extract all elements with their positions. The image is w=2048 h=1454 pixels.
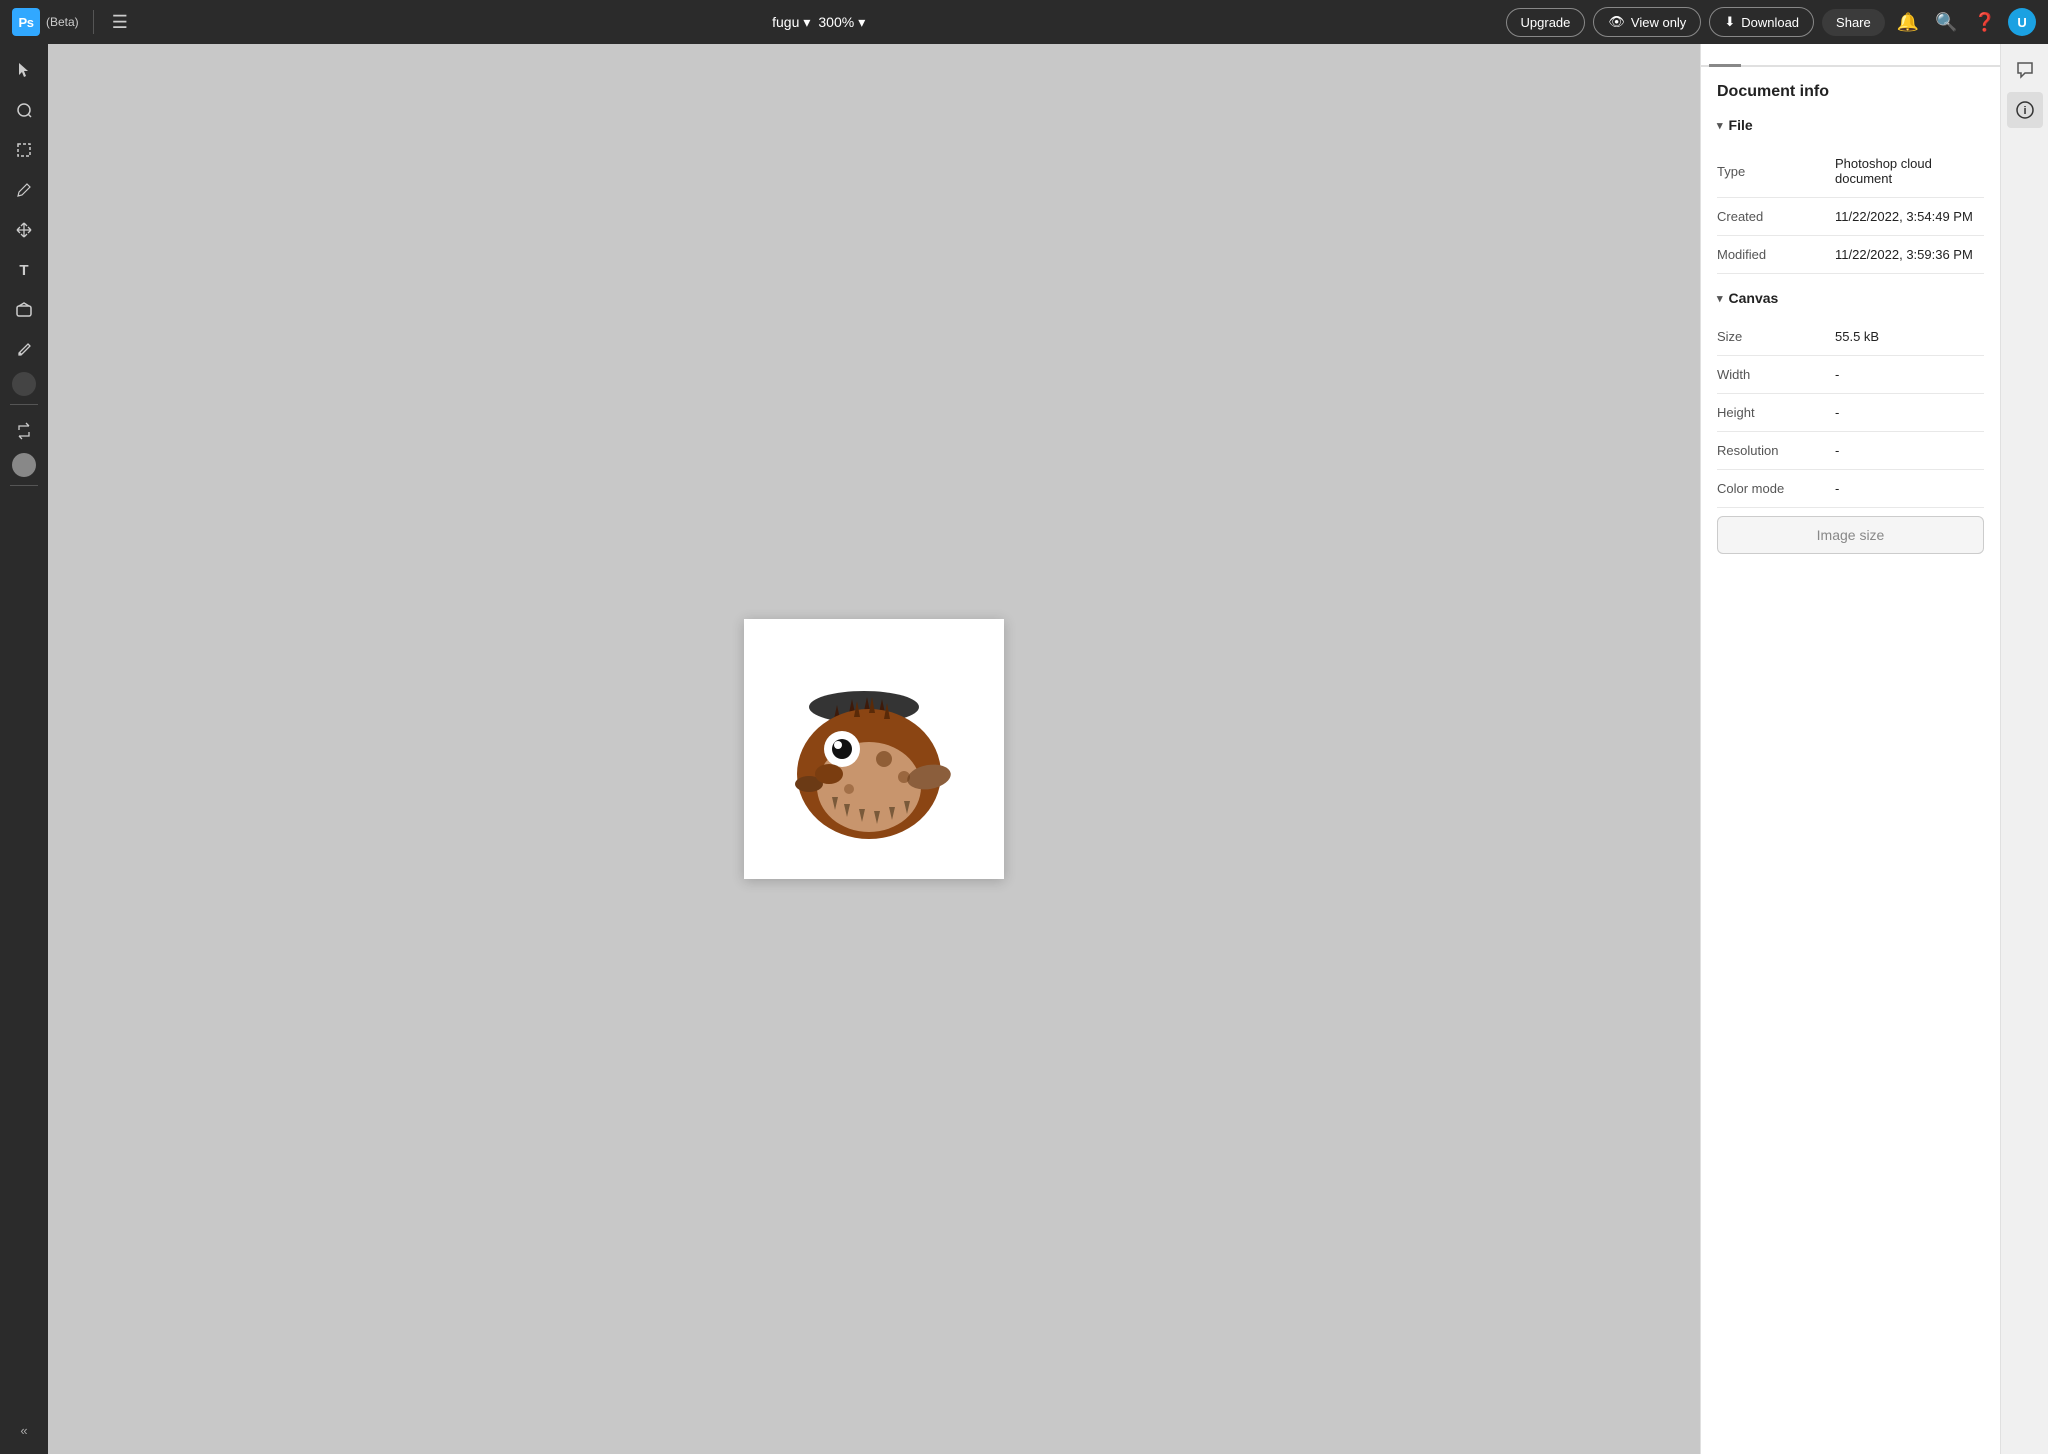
resolution-value: -: [1835, 443, 1839, 458]
app-logo: Ps (Beta): [12, 8, 79, 36]
chevron-down-icon: ▾: [803, 14, 810, 31]
transform-tool[interactable]: [6, 132, 42, 168]
view-only-button[interactable]: 👁 View only: [1593, 7, 1701, 37]
resolution-label: Resolution: [1717, 443, 1827, 458]
width-row: Width -: [1717, 356, 1984, 394]
height-label: Height: [1717, 405, 1827, 420]
collapse-toolbar[interactable]: «: [12, 1415, 35, 1446]
color-mode-label: Color mode: [1717, 481, 1827, 496]
background-color[interactable]: [12, 453, 36, 477]
canvas-area: [48, 44, 1700, 1454]
file-section-header[interactable]: ▾ File: [1717, 117, 1984, 133]
doc-info-title: Document info: [1717, 83, 1984, 101]
far-right-panel: i: [2000, 44, 2048, 1454]
color-mode-row: Color mode -: [1717, 470, 1984, 508]
move-tool[interactable]: [6, 212, 42, 248]
swap-tool[interactable]: [6, 413, 42, 449]
search-button[interactable]: 🔍: [1931, 8, 1961, 37]
zoom-level: 300%: [818, 14, 854, 30]
width-value: -: [1835, 367, 1839, 382]
chevron-down-icon: ▾: [858, 14, 865, 31]
divider: [93, 10, 94, 34]
ps-icon: Ps: [12, 8, 40, 36]
canvas-section-header[interactable]: ▾ Canvas: [1717, 290, 1984, 306]
avatar[interactable]: U: [2008, 8, 2036, 36]
download-icon: ⬇: [1724, 14, 1735, 30]
resolution-row: Resolution -: [1717, 432, 1984, 470]
view-only-label: View only: [1631, 15, 1686, 30]
select-tool[interactable]: [6, 52, 42, 88]
info-button[interactable]: i: [2007, 92, 2043, 128]
comments-button[interactable]: [2007, 52, 2043, 88]
modified-label: Modified: [1717, 247, 1827, 262]
topbar-right: Upgrade 👁 View only ⬇ Download Share 🔔 🔍…: [1506, 7, 2037, 37]
menu-button[interactable]: ☰: [108, 8, 132, 37]
size-label: Size: [1717, 329, 1827, 344]
created-row: Created 11/22/2022, 3:54:49 PM: [1717, 198, 1984, 236]
eyedropper-tool[interactable]: [6, 332, 42, 368]
toolbar-separator-2: [10, 485, 38, 486]
toolbar-separator: [10, 404, 38, 405]
width-label: Width: [1717, 367, 1827, 382]
fugu-illustration: [754, 629, 994, 869]
canvas-section-label: Canvas: [1729, 290, 1779, 306]
shape-tool[interactable]: [6, 292, 42, 328]
right-panel: Document info ▾ File Type Photoshop clou…: [1700, 44, 2000, 1454]
upgrade-button[interactable]: Upgrade: [1506, 8, 1586, 37]
file-section-label: File: [1729, 117, 1753, 133]
modified-value: 11/22/2022, 3:59:36 PM: [1835, 247, 1973, 262]
modified-row: Modified 11/22/2022, 3:59:36 PM: [1717, 236, 1984, 274]
created-value: 11/22/2022, 3:54:49 PM: [1835, 209, 1973, 224]
text-tool[interactable]: T: [6, 252, 42, 288]
eye-icon: 👁: [1608, 14, 1625, 30]
height-row: Height -: [1717, 394, 1984, 432]
lasso-tool[interactable]: [6, 92, 42, 128]
canvas-section: ▾ Canvas Size 55.5 kB Width - Height - R…: [1717, 290, 1984, 554]
beta-label: (Beta): [46, 15, 79, 29]
file-section: ▾ File Type Photoshop cloud document Cre…: [1717, 117, 1984, 274]
height-value: -: [1835, 405, 1839, 420]
topbar-center: fugu ▾ 300% ▾: [772, 14, 865, 31]
created-label: Created: [1717, 209, 1827, 224]
zoom-button[interactable]: 300% ▾: [818, 14, 865, 31]
color-mode-value: -: [1835, 481, 1839, 496]
chevron-down-icon: ▾: [1717, 292, 1723, 305]
left-toolbar: T «: [0, 44, 48, 1454]
image-size-button[interactable]: Image size: [1717, 516, 1984, 554]
canvas-image: [744, 619, 1004, 879]
document-info-panel: Document info ▾ File Type Photoshop clou…: [1701, 67, 2000, 586]
download-button[interactable]: ⬇ Download: [1709, 7, 1814, 37]
type-value: Photoshop cloud document: [1835, 156, 1984, 186]
tab-document-info[interactable]: [1709, 44, 1741, 67]
share-button[interactable]: Share: [1822, 9, 1885, 36]
type-label: Type: [1717, 164, 1827, 179]
file-name-button[interactable]: fugu ▾: [772, 14, 810, 31]
help-button[interactable]: ❓: [1970, 8, 2000, 37]
download-label: Download: [1741, 15, 1799, 30]
notifications-button[interactable]: 🔔: [1893, 8, 1923, 37]
svg-text:i: i: [2023, 105, 2026, 117]
type-row: Type Photoshop cloud document: [1717, 145, 1984, 198]
main-area: T «: [0, 44, 2048, 1454]
brush-tool[interactable]: [6, 172, 42, 208]
topbar: Ps (Beta) ☰ fugu ▾ 300% ▾ Upgrade 👁 View…: [0, 0, 2048, 44]
chevron-down-icon: ▾: [1717, 119, 1723, 132]
panel-tabs: [1701, 44, 2000, 67]
file-name-label: fugu: [772, 14, 799, 30]
foreground-color[interactable]: [12, 372, 36, 396]
size-row: Size 55.5 kB: [1717, 318, 1984, 356]
size-value: 55.5 kB: [1835, 329, 1879, 344]
